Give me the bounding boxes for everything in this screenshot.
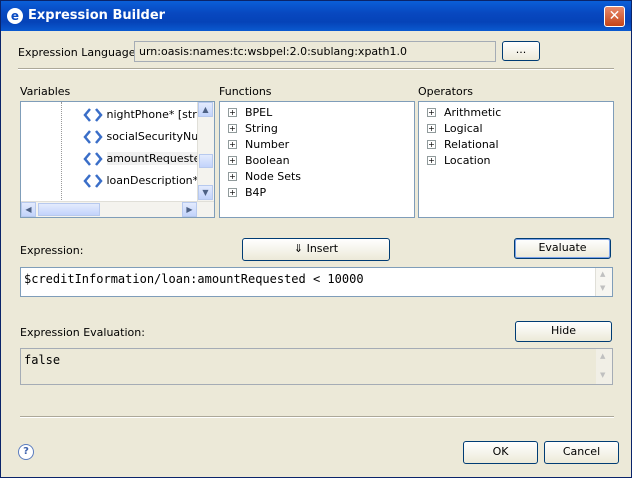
insert-button[interactable]: ⇓ Insert xyxy=(242,238,390,261)
functions-header: Functions xyxy=(219,85,272,98)
expression-builder-dialog: e Expression Builder ✕ Expression Langua… xyxy=(0,0,632,478)
separator-bottom xyxy=(20,416,614,418)
scroll-up-arrow-icon[interactable]: ▲ xyxy=(600,352,605,360)
expression-textarea[interactable]: $creditInformation/loan:amountRequested … xyxy=(20,267,613,297)
tree-expand-plus-icon[interactable]: + xyxy=(228,187,237,197)
tree-expand-plus-icon[interactable]: + xyxy=(228,171,237,181)
operator-category-item[interactable]: + Logical xyxy=(427,121,483,137)
variable-item[interactable]: loanDescription* xyxy=(83,171,198,193)
operator-category-item[interactable]: + Relational xyxy=(427,137,499,153)
scroll-right-arrow-icon[interactable]: ▶ xyxy=(182,202,197,217)
scroll-down-arrow-icon[interactable]: ▼ xyxy=(600,371,605,379)
tree-guide-line xyxy=(61,102,62,202)
scroll-left-arrow-icon[interactable]: ◀ xyxy=(21,202,36,217)
function-category-label: Boolean xyxy=(245,154,290,167)
close-button[interactable]: ✕ xyxy=(604,6,625,27)
scroll-up-arrow-icon[interactable]: ▲ xyxy=(600,270,605,278)
function-category-label: B4P xyxy=(245,186,267,199)
cancel-button[interactable]: Cancel xyxy=(544,441,619,464)
functions-tree[interactable]: + BPEL + String + Number + Boolean + Node Set… xyxy=(219,101,415,218)
variable-label: loanDescription* xyxy=(106,174,199,187)
function-category-item[interactable]: + B4P xyxy=(228,185,266,201)
scroll-up-arrow-icon[interactable]: ▲ xyxy=(198,102,213,117)
horizontal-scroll-thumb[interactable] xyxy=(38,203,100,216)
tree-expand-plus-icon[interactable]: + xyxy=(228,155,237,165)
tree-expand-plus-icon[interactable]: + xyxy=(427,139,436,149)
operator-category-item[interactable]: + Location xyxy=(427,153,491,169)
variable-label: amountRequeste xyxy=(106,152,201,165)
expression-text: $creditInformation/loan:amountRequested … xyxy=(24,272,364,286)
variable-label: nightPhone* [str xyxy=(106,108,197,121)
variable-diamond-icon xyxy=(83,152,103,166)
tree-expand-plus-icon[interactable]: + xyxy=(228,107,237,117)
variable-item[interactable]: socialSecurityNu xyxy=(83,127,198,149)
tree-expand-plus-icon[interactable]: + xyxy=(228,139,237,149)
evaluation-result-box: false ▲ ▼ xyxy=(20,348,613,385)
tree-expand-plus-icon[interactable]: + xyxy=(427,123,436,133)
variables-vertical-scrollbar[interactable]: ▲ ▼ xyxy=(197,102,214,201)
function-category-item[interactable]: + String xyxy=(228,121,278,137)
operator-category-label: Logical xyxy=(444,122,483,135)
tree-expand-plus-icon[interactable]: + xyxy=(427,107,436,117)
operator-category-label: Arithmetic xyxy=(444,106,502,119)
function-category-label: Number xyxy=(245,138,290,151)
function-category-item[interactable]: + Boolean xyxy=(228,153,290,169)
operators-header: Operators xyxy=(418,85,473,98)
variable-item[interactable]: nightPhone* [str xyxy=(83,105,197,127)
variable-diamond-icon xyxy=(83,130,103,144)
operator-category-label: Location xyxy=(444,154,491,167)
operator-category-label: Relational xyxy=(444,138,499,151)
function-category-item[interactable]: + Number xyxy=(228,137,289,153)
variable-diamond-icon xyxy=(83,174,103,188)
help-icon[interactable]: ? xyxy=(18,444,34,460)
expression-language-value: urn:oasis:names:tc:wsbpel:2.0:sublang:xp… xyxy=(139,45,407,58)
variables-tree[interactable]: nightPhone* [str socialSecurityNu amount… xyxy=(20,101,215,218)
scroll-down-arrow-icon[interactable]: ▼ xyxy=(198,185,213,200)
hide-button[interactable]: Hide xyxy=(515,321,612,342)
variable-diamond-icon xyxy=(83,108,103,122)
evaluation-result-text: false xyxy=(24,353,61,367)
function-category-label: BPEL xyxy=(245,106,273,119)
ok-button[interactable]: OK xyxy=(463,441,538,464)
evaluate-button[interactable]: Evaluate xyxy=(514,238,611,259)
operators-tree[interactable]: + Arithmetic + Logical + Relational + Locati… xyxy=(418,101,614,218)
evaluation-scrollbar[interactable]: ▲ ▼ xyxy=(596,349,612,384)
expression-language-field: urn:oasis:names:tc:wsbpel:2.0:sublang:xp… xyxy=(134,41,496,62)
expression-language-label: Expression Language: xyxy=(18,46,140,59)
scroll-down-arrow-icon[interactable]: ▼ xyxy=(600,284,605,292)
function-category-item[interactable]: + Node Sets xyxy=(228,169,301,185)
function-category-item[interactable]: + BPEL xyxy=(228,105,272,121)
window-title: Expression Builder xyxy=(28,8,166,23)
function-category-label: String xyxy=(245,122,278,135)
variable-label: socialSecurityNu xyxy=(106,130,199,143)
tree-expand-plus-icon[interactable]: + xyxy=(427,155,436,165)
variable-item-selected[interactable]: amountRequeste xyxy=(83,149,201,171)
variables-header: Variables xyxy=(20,85,71,98)
title-bar[interactable]: e Expression Builder ✕ xyxy=(1,1,631,31)
variables-horizontal-scrollbar[interactable]: ◀ ▶ xyxy=(21,201,214,217)
expression-scrollbar[interactable]: ▲ ▼ xyxy=(595,268,612,296)
app-icon: e xyxy=(7,8,23,24)
function-category-label: Node Sets xyxy=(245,170,301,183)
expression-label: Expression: xyxy=(20,244,84,257)
browse-language-button[interactable]: ... xyxy=(502,41,540,61)
evaluation-label: Expression Evaluation: xyxy=(20,326,145,339)
scroll-thumb[interactable] xyxy=(199,154,213,168)
tree-expand-plus-icon[interactable]: + xyxy=(228,123,237,133)
operator-category-item[interactable]: + Arithmetic xyxy=(427,105,501,121)
separator-top xyxy=(18,68,614,70)
